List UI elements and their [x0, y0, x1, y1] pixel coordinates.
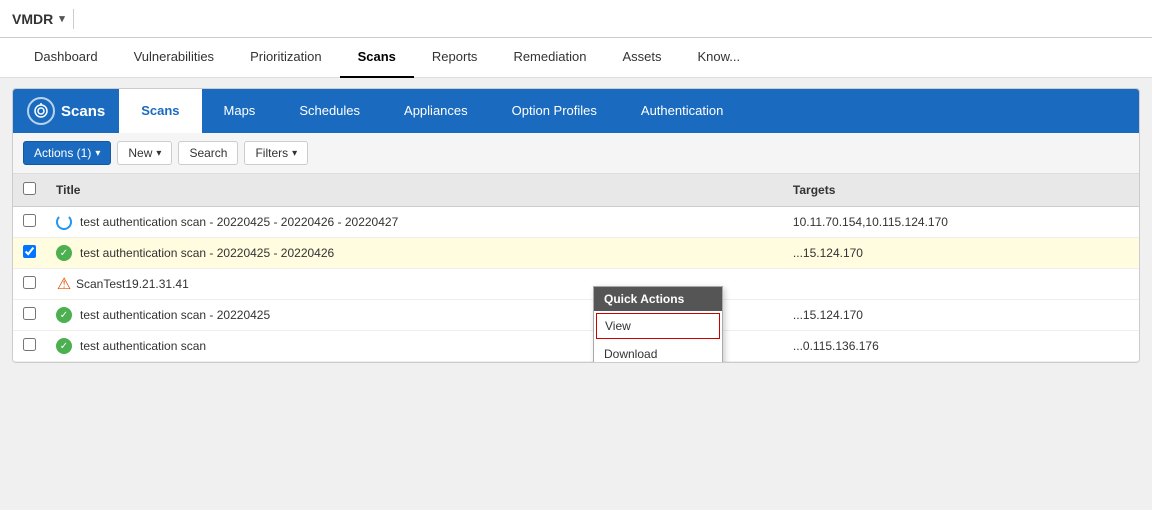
sub-nav-tab-option-profiles[interactable]: Option Profiles: [490, 89, 619, 133]
row2-title: test authentication scan - 20220425 - 20…: [80, 246, 334, 260]
row1-status-icon: [56, 214, 72, 230]
row4-checkbox[interactable]: [23, 307, 36, 320]
row5-title: test authentication scan: [80, 339, 206, 353]
row1-checkbox[interactable]: [23, 214, 36, 227]
row2-title-cell: ✓ test authentication scan - 20220425 - …: [46, 238, 783, 269]
sub-nav-tab-scans[interactable]: Scans: [119, 89, 201, 133]
quick-actions-header: Quick Actions: [594, 287, 722, 311]
app-bar: VMDR ▾: [0, 0, 1152, 38]
row1-title: test authentication scan - 20220425 - 20…: [80, 215, 398, 229]
row3-checkbox-cell[interactable]: [13, 269, 46, 300]
tab-dashboard[interactable]: Dashboard: [16, 38, 116, 78]
quick-actions-popup: Quick Actions View Download Relaunch Pau…: [593, 286, 723, 362]
row2-targets: ...15.124.170: [783, 238, 1139, 269]
row1-targets: 10.11.70.154,10.115.124.170: [783, 207, 1139, 238]
sub-nav-tab-schedules[interactable]: Schedules: [277, 89, 382, 133]
row5-checkbox[interactable]: [23, 338, 36, 351]
search-label: Search: [189, 146, 227, 160]
table-row: ✓ test authentication scan - 20220425 - …: [13, 238, 1139, 269]
tab-remediation[interactable]: Remediation: [495, 38, 604, 78]
actions-label: Actions (1): [34, 146, 91, 160]
new-button[interactable]: New ▾: [117, 141, 172, 165]
table-row: ⚠ ScanTest19.21.31.41: [13, 269, 1139, 300]
sub-nav-tab-authentication[interactable]: Authentication: [619, 89, 745, 133]
row2-status-icon: ✓: [56, 245, 72, 261]
row5-checkbox-cell[interactable]: [13, 331, 46, 362]
toolbar: Actions (1) ▾ New ▾ Search Filters ▾: [13, 133, 1139, 174]
tab-prioritization[interactable]: Prioritization: [232, 38, 340, 78]
app-bar-divider: [73, 9, 74, 29]
row3-title: ScanTest19.21.31.41: [76, 277, 189, 291]
row4-status-icon: ✓: [56, 307, 72, 323]
row4-targets: ...15.124.170: [783, 300, 1139, 331]
row3-status-icon: ⚠: [56, 276, 72, 292]
new-label: New: [128, 146, 152, 160]
row1-title-cell: test authentication scan - 20220425 - 20…: [46, 207, 783, 238]
tab-reports[interactable]: Reports: [414, 38, 496, 78]
tab-scans[interactable]: Scans: [340, 38, 414, 78]
row5-status-icon: ✓: [56, 338, 72, 354]
new-chevron: ▾: [156, 148, 161, 159]
row5-targets: ...0.115.136.176: [783, 331, 1139, 362]
header-targets: Targets: [783, 174, 1139, 207]
table-row: ✓ test authentication scan - 20220425 ..…: [13, 300, 1139, 331]
sub-nav-logo: Scans: [13, 89, 119, 133]
row2-checkbox-cell[interactable]: [13, 238, 46, 269]
sub-nav: Scans Scans Maps Schedules Appliances Op…: [13, 89, 1139, 133]
header-checkbox[interactable]: [13, 174, 46, 207]
actions-button[interactable]: Actions (1) ▾: [23, 141, 111, 165]
scans-table: Title Targets test authentication scan -…: [13, 174, 1139, 362]
app-title-chevron: ▾: [59, 12, 65, 25]
quick-action-download[interactable]: Download: [594, 341, 722, 362]
sub-nav-tab-appliances[interactable]: Appliances: [382, 89, 490, 133]
tab-assets[interactable]: Assets: [604, 38, 679, 78]
scans-logo-icon: [27, 97, 55, 125]
table-header-row: Title Targets: [13, 174, 1139, 207]
sub-nav-logo-label: Scans: [61, 103, 105, 120]
header-title: Title: [46, 174, 783, 207]
table-row: test authentication scan - 20220425 - 20…: [13, 207, 1139, 238]
row3-checkbox[interactable]: [23, 276, 36, 289]
filters-label: Filters: [255, 146, 288, 160]
search-button[interactable]: Search: [178, 141, 238, 165]
table-container: Title Targets test authentication scan -…: [13, 174, 1139, 362]
row4-checkbox-cell[interactable]: [13, 300, 46, 331]
table-row: ✓ test authentication scan ...0.115.136.…: [13, 331, 1139, 362]
row2-checkbox[interactable]: [23, 245, 36, 258]
app-title[interactable]: VMDR ▾: [12, 11, 65, 27]
filters-button[interactable]: Filters ▾: [244, 141, 308, 165]
row1-checkbox-cell[interactable]: [13, 207, 46, 238]
main-content: Scans Scans Maps Schedules Appliances Op…: [12, 88, 1140, 363]
filters-chevron: ▾: [292, 148, 297, 159]
row4-title: test authentication scan - 20220425: [80, 308, 270, 322]
app-title-label: VMDR: [12, 11, 53, 27]
tab-vulnerabilities[interactable]: Vulnerabilities: [116, 38, 232, 78]
nav-tabs: Dashboard Vulnerabilities Prioritization…: [0, 38, 1152, 78]
tab-know[interactable]: Know...: [679, 38, 758, 78]
sub-nav-tab-maps[interactable]: Maps: [202, 89, 278, 133]
quick-action-view[interactable]: View: [596, 313, 720, 339]
row3-targets: [783, 269, 1139, 300]
select-all-checkbox[interactable]: [23, 182, 36, 195]
actions-chevron: ▾: [95, 148, 100, 159]
